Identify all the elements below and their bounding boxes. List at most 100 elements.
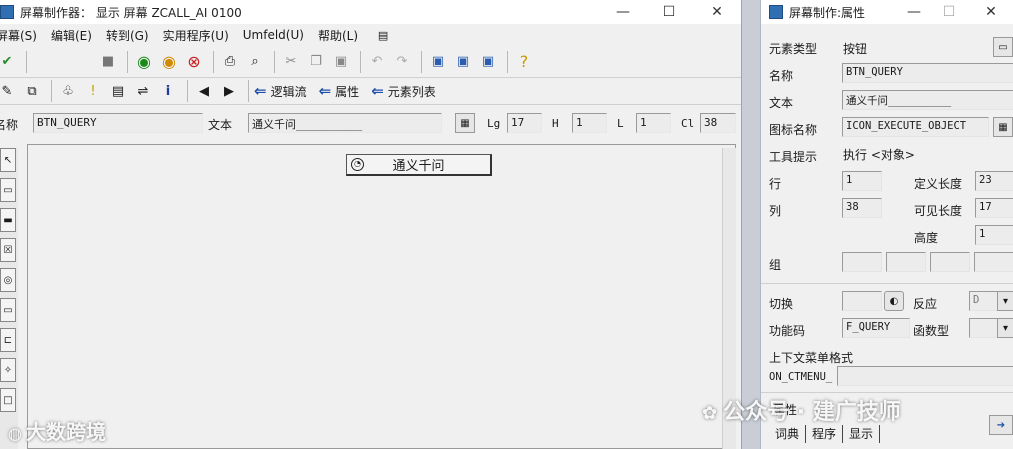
tabstrip-tool-icon[interactable]: ⊏	[0, 328, 16, 352]
group-field-4[interactable]	[974, 252, 1013, 272]
pointer-icon[interactable]: ↖	[0, 148, 16, 172]
context-menu-value: ON_CTMENU_	[769, 371, 833, 383]
h-field[interactable]: 1	[572, 113, 607, 133]
pencil-icon[interactable]: ✎	[0, 80, 18, 102]
icon-select-icon[interactable]: ▦	[455, 113, 475, 133]
close-button[interactable]: ✕	[968, 0, 1013, 24]
attr-window-title: 屏幕制作:属性	[789, 5, 866, 20]
switch-icon[interactable]: ◐	[884, 291, 904, 311]
element-icon[interactable]: ⧉	[21, 80, 43, 102]
pushbutton-tool-icon[interactable]: ▭	[0, 298, 16, 322]
input-field-tool-icon[interactable]: ▬	[0, 208, 16, 232]
minimize-button[interactable]: —	[600, 0, 646, 24]
chevron-down-icon[interactable]: ▾	[997, 291, 1013, 311]
cancel-icon[interactable]: ⊗	[183, 51, 205, 73]
back-icon[interactable]: ◉	[133, 51, 155, 73]
column-label: 列	[769, 204, 782, 218]
maximize-button[interactable]: ☐	[646, 0, 692, 24]
redo-icon[interactable]: ↷	[391, 51, 413, 73]
wizard-tool-icon[interactable]: ✧	[0, 358, 16, 382]
next-icon[interactable]: ▶	[218, 80, 240, 102]
chevron-down-icon[interactable]: ▾	[997, 318, 1013, 338]
arrow-right-icon[interactable]: ➔	[989, 415, 1013, 435]
icon-select-icon[interactable]: ▦	[993, 117, 1013, 137]
maximize-button[interactable]: ☐	[926, 0, 972, 24]
name-field[interactable]: BTN_QUERY	[842, 63, 1013, 83]
prev-icon[interactable]: ◀	[193, 80, 215, 102]
height-field[interactable]: 1	[975, 225, 1013, 245]
group-field-2[interactable]	[886, 252, 926, 272]
layout-window-icon[interactable]: ▣	[427, 51, 449, 73]
flow-logic-button[interactable]: ⇐ 逻辑流	[254, 82, 307, 100]
layout-window-icon[interactable]: ▣	[477, 51, 499, 73]
layout-window-icon[interactable]: ▣	[452, 51, 474, 73]
function-code-label: 功能码	[769, 324, 806, 338]
info-icon[interactable]: !	[82, 80, 104, 102]
info-box-icon[interactable]: i	[157, 80, 179, 102]
text-field-tool-icon[interactable]: ▭	[0, 178, 16, 202]
close-button[interactable]: ✕	[694, 0, 740, 24]
function-type-label: 函数型	[913, 324, 950, 338]
list-icon[interactable]: ▤	[107, 80, 129, 102]
function-code-field[interactable]: F_QUERY	[842, 318, 910, 338]
group-field-1[interactable]	[842, 252, 882, 272]
element-list-button[interactable]: ⇐ 元素列表	[371, 82, 436, 100]
reaction-label: 反应	[913, 297, 938, 311]
layout-icon[interactable]: ▭	[993, 37, 1013, 57]
find-icon[interactable]: ⌕	[244, 51, 266, 73]
save-icon[interactable]: ■	[97, 51, 119, 73]
text-label: 文本	[208, 118, 233, 132]
menu-edit[interactable]: 编辑(E)	[51, 27, 101, 44]
tab-display[interactable]: 显示	[843, 425, 881, 443]
row-field[interactable]: 1	[842, 171, 882, 191]
group-field-3[interactable]	[930, 252, 970, 272]
tooltip-value: 执行 <对象>	[843, 148, 915, 162]
text-field[interactable]: 通义千问__________	[248, 113, 442, 133]
title-bar: 屏幕制作器： 显示 屏幕 ZCALL_AI 0100 — ☐ ✕	[0, 0, 741, 24]
layout-icon[interactable]: ▤	[372, 24, 394, 46]
context-menu-field[interactable]	[837, 366, 1013, 386]
check-icon[interactable]: ✔	[0, 51, 18, 73]
navigate-icon[interactable]: ⇌	[132, 80, 154, 102]
text-field[interactable]: 通义千问__________	[842, 90, 1013, 110]
menu-bar: 屏幕(S) 编辑(E) 转到(G) 实用程序(U) Umfeld(U) 帮助(L…	[0, 24, 741, 46]
cl-field[interactable]: 38	[700, 113, 736, 133]
paste-icon[interactable]: ▣	[330, 51, 352, 73]
layout-canvas[interactable]	[27, 144, 736, 449]
lg-field[interactable]: 17	[507, 113, 542, 133]
standard-toolbar: ✔ ■ ◉ ◉ ⊗ ⎙ ⌕ ✂ ❐ ▣ ↶ ↷ ▣ ▣ ▣ ?	[0, 46, 741, 78]
function-type-select[interactable]	[969, 318, 999, 338]
defined-length-label: 定义长度	[914, 177, 963, 191]
tab-dictionary[interactable]: 词典	[769, 425, 807, 443]
name-field[interactable]: BTN_QUERY	[33, 113, 203, 133]
visible-length-field[interactable]: 17	[975, 198, 1013, 218]
window-title: 屏幕制作器： 显示 屏幕 ZCALL_AI 0100	[20, 5, 242, 20]
query-pushbutton[interactable]: ◔ 通义千问	[346, 154, 492, 176]
l-field[interactable]: 1	[636, 113, 671, 133]
radio-tool-icon[interactable]: ◎	[0, 268, 16, 292]
box-tool-icon[interactable]: □	[0, 388, 16, 412]
icon-name-field[interactable]: ICON_EXECUTE_OBJECT	[842, 117, 989, 137]
reaction-select[interactable]: D	[969, 291, 999, 311]
tree-icon[interactable]: ♧	[57, 80, 79, 102]
lg-label: Lg	[487, 117, 501, 130]
attributes-button[interactable]: ⇐ 属性	[319, 82, 360, 100]
menu-environment[interactable]: Umfeld(U)	[243, 28, 313, 42]
copy-icon[interactable]: ❐	[305, 51, 327, 73]
menu-screen[interactable]: 屏幕(S)	[0, 27, 46, 44]
switch-field[interactable]	[842, 291, 882, 311]
menu-goto[interactable]: 转到(G)	[106, 27, 158, 44]
menu-utilities[interactable]: 实用程序(U)	[163, 27, 238, 44]
help-icon[interactable]: ?	[513, 51, 535, 73]
name-label: 名称	[0, 118, 19, 132]
undo-icon[interactable]: ↶	[366, 51, 388, 73]
print-icon[interactable]: ⎙	[219, 51, 241, 73]
name-label: 名称	[769, 69, 794, 83]
column-field[interactable]: 38	[842, 198, 882, 218]
checkbox-tool-icon[interactable]: ☒	[0, 238, 16, 262]
exit-icon[interactable]: ◉	[158, 51, 180, 73]
tab-program[interactable]: 程序	[806, 425, 844, 443]
menu-help[interactable]: 帮助(L)	[318, 27, 367, 44]
cut-icon[interactable]: ✂	[280, 51, 302, 73]
defined-length-field[interactable]: 23	[975, 171, 1013, 191]
